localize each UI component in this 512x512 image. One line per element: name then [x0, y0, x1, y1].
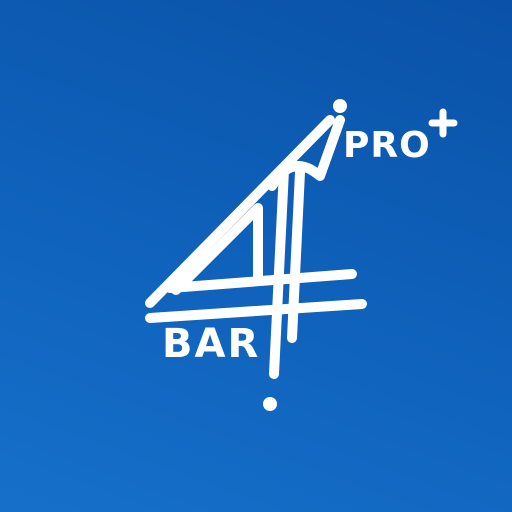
pro-label: PRO — [343, 125, 431, 166]
four-f-monogram-icon — [145, 99, 458, 411]
logo-upper-crossbar — [165, 269, 357, 293]
logo-top-dot — [333, 99, 347, 113]
logo-bottom-dot — [263, 397, 277, 411]
logo-top-curl — [267, 115, 345, 191]
plus-icon — [428, 108, 458, 138]
app-icon[interactable]: PRO BAR — [0, 0, 512, 512]
logo-left-stem — [269, 165, 289, 379]
logo-lower-crossbar — [145, 299, 367, 323]
bar-label: BAR — [162, 321, 261, 367]
